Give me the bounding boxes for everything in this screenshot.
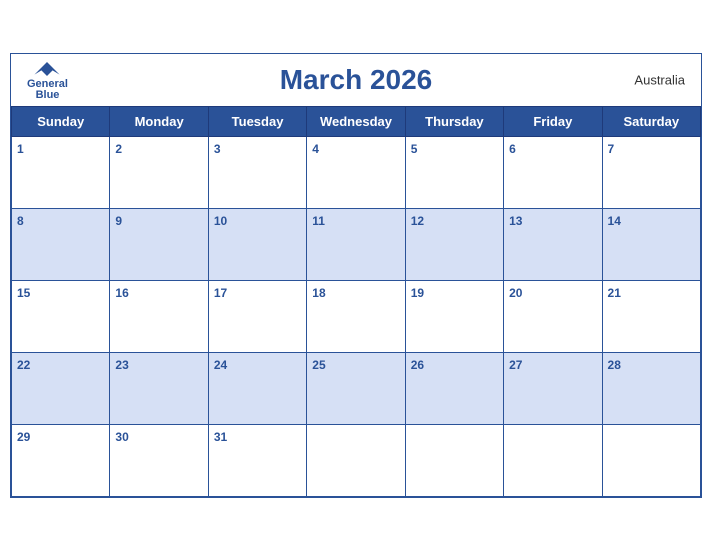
day-number: 17 [214, 286, 227, 300]
day-number: 3 [214, 142, 221, 156]
calendar-table: Sunday Monday Tuesday Wednesday Thursday… [11, 106, 701, 497]
day-cell: 16 [110, 280, 208, 352]
day-number: 25 [312, 358, 325, 372]
day-cell [602, 424, 700, 496]
header-thursday: Thursday [405, 106, 503, 136]
day-cell: 20 [504, 280, 602, 352]
day-cell: 5 [405, 136, 503, 208]
day-number: 27 [509, 358, 522, 372]
day-number: 2 [115, 142, 122, 156]
day-cell: 25 [307, 352, 405, 424]
calendar-title: March 2026 [280, 64, 433, 96]
day-number: 8 [17, 214, 24, 228]
day-number: 31 [214, 430, 227, 444]
header-tuesday: Tuesday [208, 106, 306, 136]
day-number: 10 [214, 214, 227, 228]
day-number: 30 [115, 430, 128, 444]
day-cell: 31 [208, 424, 306, 496]
header-friday: Friday [504, 106, 602, 136]
week-row-4: 22 23 24 25 26 27 28 [12, 352, 701, 424]
day-number: 23 [115, 358, 128, 372]
day-number: 5 [411, 142, 418, 156]
week-row-1: 1 2 3 4 5 6 7 [12, 136, 701, 208]
day-cell: 26 [405, 352, 503, 424]
day-cell: 14 [602, 208, 700, 280]
logo-bird-icon [33, 59, 61, 79]
day-number: 24 [214, 358, 227, 372]
day-cell: 29 [12, 424, 110, 496]
day-cell: 10 [208, 208, 306, 280]
day-cell: 13 [504, 208, 602, 280]
day-cell: 6 [504, 136, 602, 208]
day-number: 4 [312, 142, 319, 156]
country-label: Australia [634, 72, 685, 87]
day-cell: 11 [307, 208, 405, 280]
logo-blue: Blue [36, 90, 60, 101]
day-cell: 17 [208, 280, 306, 352]
day-cell: 4 [307, 136, 405, 208]
day-cell: 12 [405, 208, 503, 280]
logo-area: General Blue [27, 59, 68, 101]
day-number: 7 [608, 142, 615, 156]
day-number: 20 [509, 286, 522, 300]
header-monday: Monday [110, 106, 208, 136]
day-number: 11 [312, 214, 325, 228]
day-cell [405, 424, 503, 496]
day-number: 14 [608, 214, 621, 228]
day-number: 16 [115, 286, 128, 300]
day-number: 19 [411, 286, 424, 300]
day-cell: 15 [12, 280, 110, 352]
day-number: 22 [17, 358, 30, 372]
day-cell: 7 [602, 136, 700, 208]
day-number: 9 [115, 214, 122, 228]
day-number: 13 [509, 214, 522, 228]
week-row-5: 29 30 31 [12, 424, 701, 496]
day-cell: 28 [602, 352, 700, 424]
week-row-2: 8 9 10 11 12 13 14 [12, 208, 701, 280]
day-cell: 1 [12, 136, 110, 208]
header-saturday: Saturday [602, 106, 700, 136]
day-number: 12 [411, 214, 424, 228]
day-number: 15 [17, 286, 30, 300]
day-number: 6 [509, 142, 516, 156]
day-cell: 2 [110, 136, 208, 208]
day-cell: 24 [208, 352, 306, 424]
day-cell: 18 [307, 280, 405, 352]
day-cell: 3 [208, 136, 306, 208]
day-number: 26 [411, 358, 424, 372]
day-cell: 30 [110, 424, 208, 496]
day-cell: 23 [110, 352, 208, 424]
day-number: 21 [608, 286, 621, 300]
day-cell: 19 [405, 280, 503, 352]
calendar-container: General Blue March 2026 Australia Sunday… [10, 53, 702, 498]
calendar-header: General Blue March 2026 Australia [11, 54, 701, 106]
day-cell: 21 [602, 280, 700, 352]
weekday-header-row: Sunday Monday Tuesday Wednesday Thursday… [12, 106, 701, 136]
day-cell: 22 [12, 352, 110, 424]
day-cell [504, 424, 602, 496]
day-number: 29 [17, 430, 30, 444]
day-number: 1 [17, 142, 24, 156]
day-cell: 9 [110, 208, 208, 280]
day-cell [307, 424, 405, 496]
day-cell: 27 [504, 352, 602, 424]
day-number: 28 [608, 358, 621, 372]
week-row-3: 15 16 17 18 19 20 21 [12, 280, 701, 352]
day-number: 18 [312, 286, 325, 300]
header-sunday: Sunday [12, 106, 110, 136]
day-cell: 8 [12, 208, 110, 280]
header-wednesday: Wednesday [307, 106, 405, 136]
